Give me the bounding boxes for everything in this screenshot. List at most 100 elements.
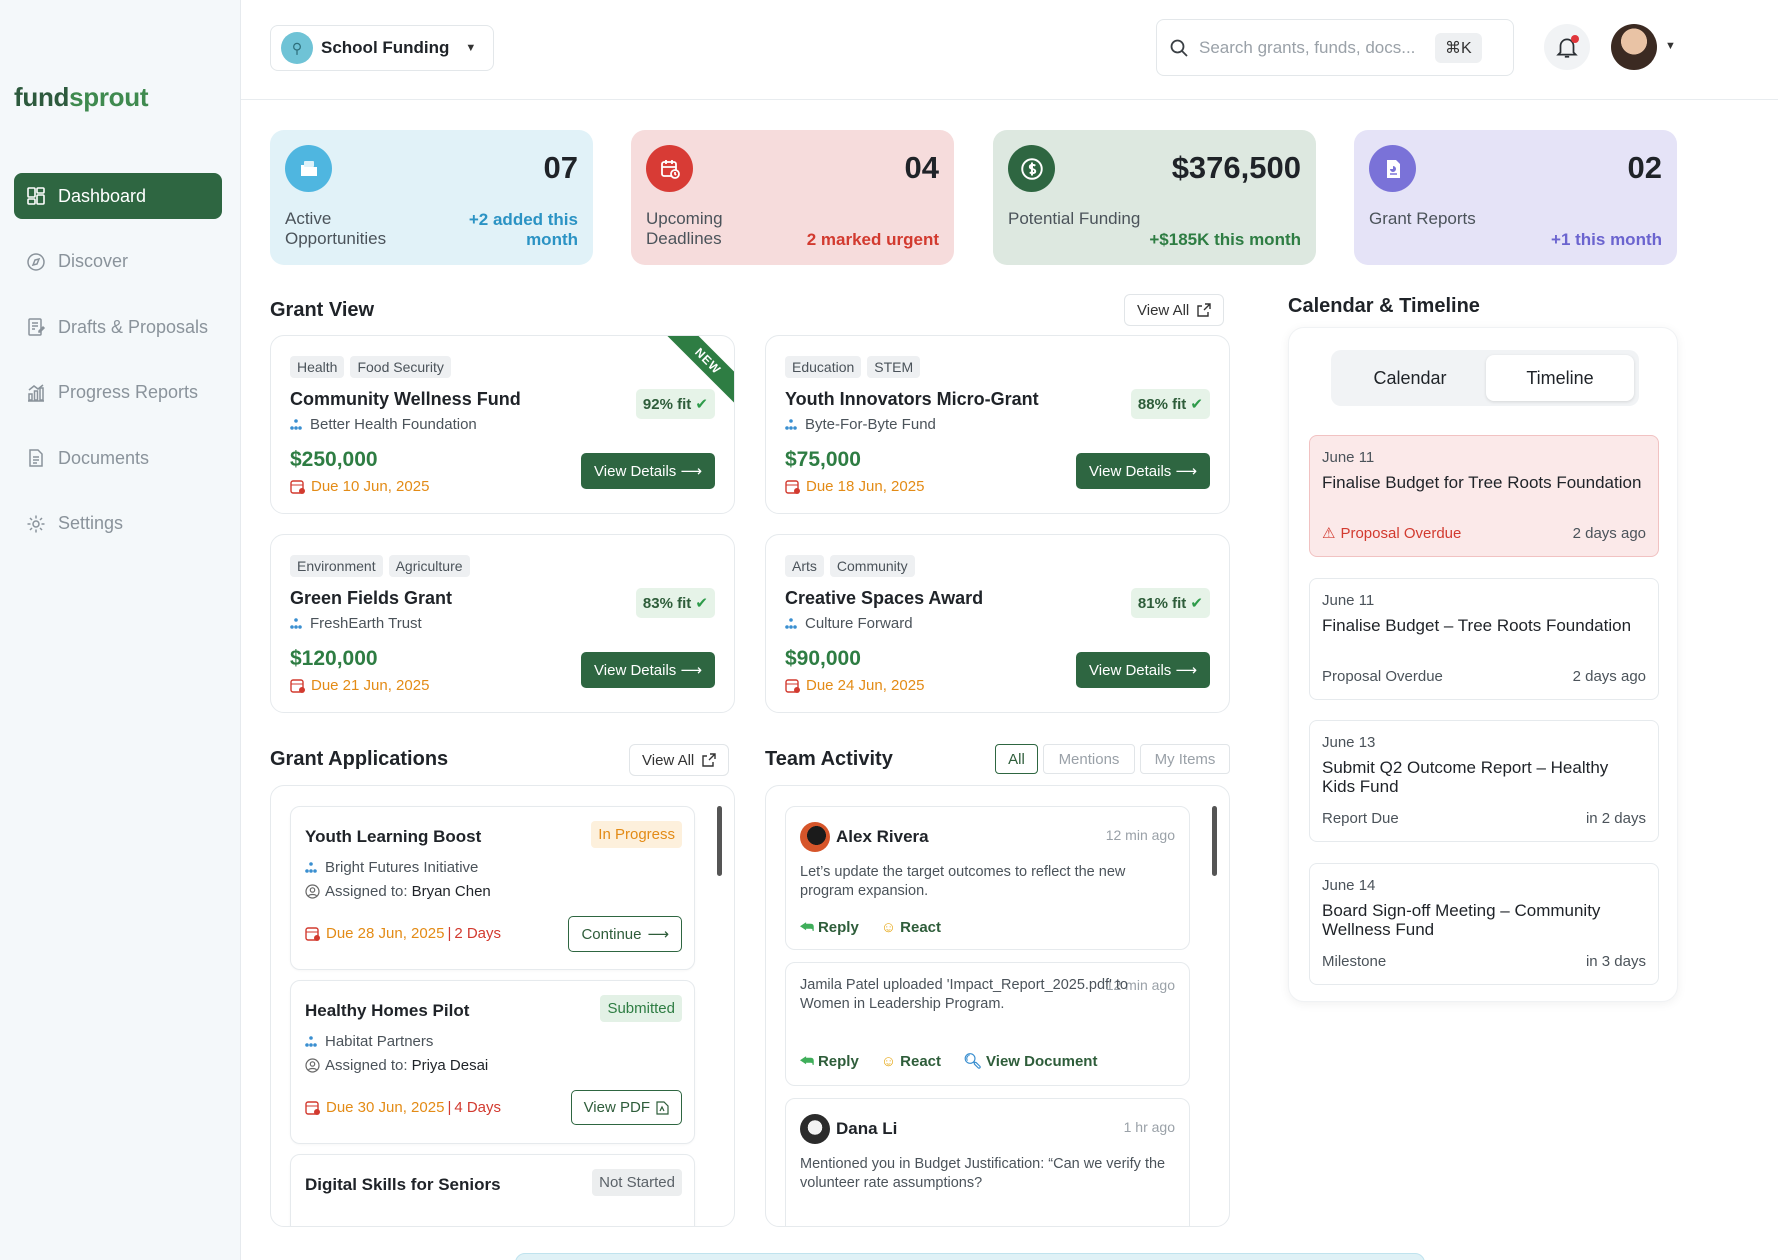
reply-button[interactable]: ⮪ Reply: [800, 919, 859, 936]
search-box: ⌘K: [1156, 19, 1514, 76]
sidebar-item-discover[interactable]: Discover: [14, 239, 222, 285]
grant-org: Byte-For-Byte Fund: [785, 416, 936, 433]
timeline-event[interactable]: June 13 Submit Q2 Outcome Report – Healt…: [1309, 720, 1659, 842]
stat-delta: +$185K this month: [1149, 230, 1301, 249]
grant-view-view-all-button[interactable]: View All: [1124, 294, 1225, 326]
filter-all[interactable]: All: [995, 744, 1038, 774]
timeline-event[interactable]: June 14 Board Sign-off Meeting – Communi…: [1309, 863, 1659, 985]
sidebar-nav: Dashboard Discover Drafts & Proposals Pr…: [14, 173, 222, 566]
grant-due: Due 21 Jun, 2025: [290, 677, 429, 694]
arrow-right-icon: ⟶: [680, 463, 702, 480]
notifications-button[interactable]: [1544, 24, 1590, 70]
application-assignee: Assigned to: Bryan Chen: [305, 883, 491, 900]
tag: Education: [785, 356, 862, 378]
activity-actions: ⮪ Reply ☺ React: [800, 919, 941, 936]
grant-card[interactable]: Arts Community Creative Spaces Award Cul…: [765, 534, 1230, 713]
grant-card[interactable]: Health Food Security NEW Community Welln…: [270, 335, 735, 514]
arrow-right-icon: ⟶: [1175, 662, 1197, 679]
report-icon: [1369, 145, 1416, 192]
reply-button[interactable]: ⮪ Reply: [800, 1052, 859, 1070]
filter-mentions[interactable]: Mentions: [1043, 744, 1135, 774]
stat-card-active-opportunities[interactable]: 07 Active Opportunities +2 added this mo…: [270, 130, 593, 265]
continue-button[interactable]: Continue ⟶: [568, 916, 682, 952]
calendar-panel: Calendar Timeline June 11 Finalise Budge…: [1288, 327, 1678, 1002]
grant-card[interactable]: Education STEM Youth Innovators Micro-Gr…: [765, 335, 1230, 514]
view-details-button[interactable]: View Details ⟶: [1076, 453, 1210, 489]
sidebar: fundsprout Dashboard Discover Drafts & P…: [0, 0, 241, 1260]
reply-icon: ⮪: [800, 919, 814, 936]
reply-icon: ⮪: [800, 1052, 814, 1070]
grant-card[interactable]: Environment Agriculture Green Fields Gra…: [270, 534, 735, 713]
event-date: June 11: [1322, 592, 1375, 609]
timeline-event[interactable]: June 11 Finalise Budget for Tree Roots F…: [1309, 435, 1659, 557]
org-icon: [290, 418, 302, 430]
grant-org: Better Health Foundation: [290, 416, 477, 433]
event-status: ⚠ Proposal Overdue: [1322, 524, 1462, 543]
sidebar-item-progress-reports[interactable]: Progress Reports: [14, 370, 222, 416]
tab-timeline[interactable]: Timeline: [1486, 355, 1634, 401]
calendar-title: Calendar & Timeline: [1288, 295, 1480, 317]
sidebar-item-settings[interactable]: Settings: [14, 501, 222, 547]
sidebar-item-drafts[interactable]: Drafts & Proposals: [14, 304, 222, 350]
filter-my-items[interactable]: My Items: [1140, 744, 1230, 774]
fit-badge: 92% fit ✔: [635, 389, 715, 419]
sidebar-item-documents[interactable]: Documents: [14, 435, 222, 481]
activity-user: Alex Rivera: [800, 822, 929, 852]
calendar-tabs: Calendar Timeline: [1331, 350, 1639, 406]
tab-calendar[interactable]: Calendar: [1336, 355, 1484, 401]
dashboard-icon: [27, 187, 45, 205]
view-details-button[interactable]: View Details ⟶: [1076, 652, 1210, 688]
tag: Food Security: [350, 356, 451, 378]
stat-card-grant-reports[interactable]: 02 Grant Reports +1 this month: [1354, 130, 1677, 265]
search-icon: [1170, 39, 1188, 57]
scrollbar[interactable]: [1212, 806, 1217, 876]
team-activity-title: Team Activity: [765, 748, 893, 770]
grant-applications-title: Grant Applications: [270, 748, 449, 770]
calendar-icon: [305, 927, 320, 941]
stat-delta: +1 this month: [1551, 230, 1662, 249]
application-item[interactable]: Healthy Homes Pilot Submitted Habitat Pa…: [290, 980, 695, 1144]
applications-view-all-button[interactable]: View All: [629, 744, 730, 776]
user-icon: [305, 884, 320, 899]
document-search-icon: 🔍︎: [963, 1053, 983, 1070]
view-details-button[interactable]: View Details ⟶: [581, 453, 715, 489]
topbar: ⚲ School Funding ▼ ⌘K ▼: [241, 0, 1778, 100]
event-date: June 13: [1322, 734, 1376, 751]
application-title: Youth Learning Boost: [305, 827, 482, 846]
search-input[interactable]: [1199, 37, 1429, 58]
stat-value: 02: [1627, 150, 1662, 185]
react-button[interactable]: ☺ React: [881, 1052, 941, 1070]
stat-card-potential-funding[interactable]: $376,500 Potential Funding +$185K this m…: [993, 130, 1316, 265]
workspace-selector[interactable]: ⚲ School Funding ▼: [270, 25, 494, 71]
check-icon: ✔: [1190, 595, 1203, 612]
scrollbar[interactable]: [717, 806, 722, 876]
stat-label: Grant Reports: [1369, 209, 1476, 228]
brand-logo[interactable]: fundsprout: [14, 82, 149, 113]
stat-delta: 2 marked urgent: [806, 230, 939, 249]
application-item[interactable]: Digital Skills for Seniors Not Started: [290, 1154, 695, 1226]
sidebar-item-dashboard[interactable]: Dashboard: [14, 173, 222, 219]
grant-org: FreshEarth Trust: [290, 615, 422, 632]
sidebar-item-label: Settings: [58, 513, 124, 533]
stat-card-upcoming-deadlines[interactable]: 04 Upcoming Deadlines 2 marked urgent: [631, 130, 954, 265]
react-button[interactable]: ☺ React: [881, 919, 941, 936]
application-item[interactable]: Youth Learning Boost In Progress Bright …: [290, 806, 695, 970]
org-icon: [290, 617, 302, 629]
stat-label: Upcoming Deadlines: [646, 209, 723, 248]
tag: Agriculture: [388, 555, 470, 577]
application-due: Due 30 Jun, 2025 | 4 Days: [305, 1099, 501, 1116]
stat-label: Active Opportunities: [285, 209, 387, 248]
event-title: Finalise Budget – Tree Roots Foundation: [1322, 616, 1632, 635]
view-pdf-button[interactable]: View PDF: [570, 1090, 682, 1125]
chevron-down-icon[interactable]: ▼: [1665, 40, 1676, 52]
timeline-event[interactable]: June 11 Finalise Budget – Tree Roots Fou…: [1309, 578, 1659, 700]
event-title: Board Sign-off Meeting – Community Welln…: [1322, 901, 1601, 939]
grant-amount: $90,000: [785, 647, 861, 670]
avatar[interactable]: [1611, 24, 1657, 70]
event-status: Report Due: [1322, 810, 1399, 827]
view-document-button[interactable]: 🔍︎ View Document: [963, 1052, 1097, 1071]
event-title: Submit Q2 Outcome Report – Healthy Kids …: [1322, 758, 1609, 796]
fit-badge: 83% fit ✔: [635, 588, 715, 618]
view-details-button[interactable]: View Details ⟶: [581, 652, 715, 688]
external-link-icon: [702, 753, 716, 767]
